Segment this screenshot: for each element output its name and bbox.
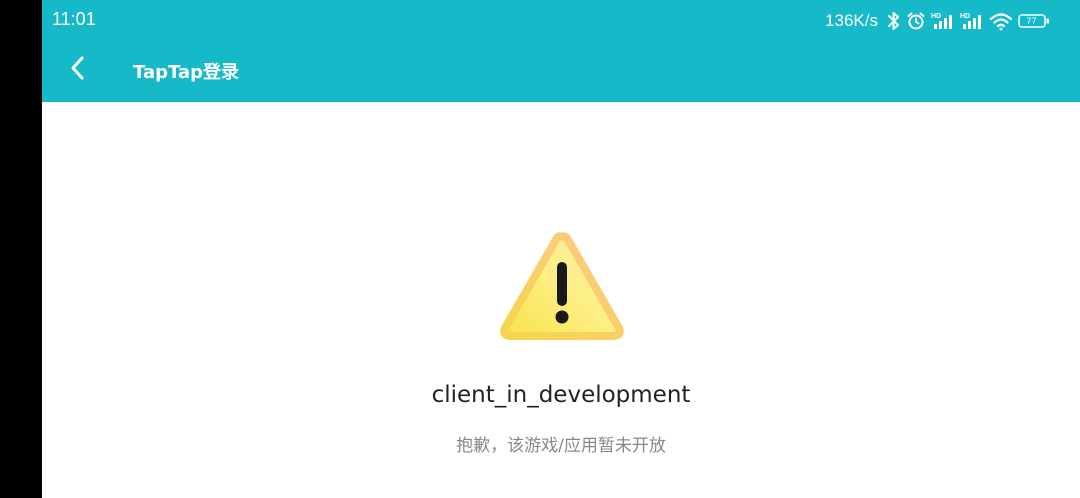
warning-icon [498, 229, 626, 343]
app-screen: 11:01 136K/s HD HD 77 TapTap登录 client_in… [42, 0, 1080, 498]
page-title: TapTap登录 [133, 62, 239, 83]
error-description: 抱歉，该游戏/应用暂未开放 [456, 436, 666, 456]
status-time: 11:01 [52, 9, 96, 29]
svg-text:HD: HD [960, 13, 970, 20]
back-button[interactable] [60, 52, 96, 88]
wifi-icon [989, 11, 1013, 31]
alarm-icon [906, 11, 926, 31]
signal-hd-icon: HD [960, 11, 984, 31]
svg-text:HD: HD [931, 13, 941, 20]
error-message: client_in_development [431, 382, 691, 408]
top-app-bar: 11:01 136K/s HD HD 77 TapTap登录 [42, 0, 1080, 102]
chevron-left-icon [68, 54, 88, 86]
signal-hd-icon: HD [931, 11, 955, 31]
battery-icon: 77 [1018, 14, 1050, 28]
bluetooth-icon [887, 11, 901, 31]
network-speed: 136K/s [825, 11, 878, 30]
battery-level: 77 [1026, 16, 1037, 26]
status-icons: 136K/s HD HD 77 [825, 8, 1050, 34]
